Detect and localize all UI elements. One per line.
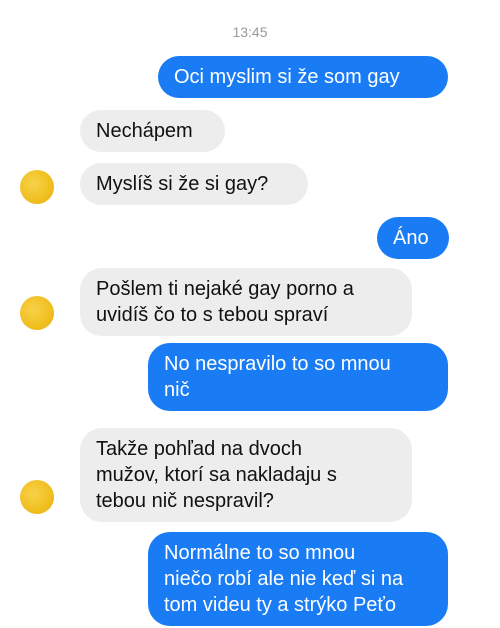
contact-avatar[interactable] <box>20 170 54 204</box>
message-text: Nechápem <box>96 120 193 142</box>
message-text-line: No nespravilo to so mnou <box>164 353 391 375</box>
message-text-line: Takže pohľad na dvoch <box>96 438 302 460</box>
message-text-line: niečo robí ale nie keď si na <box>164 568 404 590</box>
message-text: Áno <box>393 227 429 249</box>
chat-screen: 13:45 Oci myslim si že som gay Nechápem … <box>0 0 500 628</box>
message-text-line: Pošlem ti nejaké gay porno a <box>96 278 354 300</box>
outgoing-message[interactable]: Oci myslim si že som gay <box>158 56 448 98</box>
incoming-message[interactable]: Pošlem ti nejaké gay porno a uvidíš čo t… <box>80 268 412 336</box>
message-text-line: Normálne to so mnou <box>164 542 356 564</box>
outgoing-message[interactable]: Áno <box>377 217 449 259</box>
message-text-line: tom videu ty a strýko Peťo <box>164 594 397 616</box>
message-text-line: uvidíš čo to s tebou spraví <box>96 304 329 326</box>
contact-avatar[interactable] <box>20 480 54 514</box>
message-text-line: tebou nič nespravil? <box>96 490 274 512</box>
outgoing-message[interactable]: Normálne to so mnou niečo robí ale nie k… <box>148 532 448 626</box>
message-text-line: mužov, ktorí sa nakladaju s <box>96 464 337 486</box>
incoming-message[interactable]: Myslíš si že si gay? <box>80 163 308 205</box>
message-text-line: nič <box>164 379 190 401</box>
incoming-message[interactable]: Nechápem <box>80 110 225 152</box>
message-timestamp: 13:45 <box>232 24 268 40</box>
incoming-message[interactable]: Takže pohľad na dvoch mužov, ktorí sa na… <box>80 428 412 522</box>
message-text: Myslíš si že si gay? <box>96 173 269 195</box>
message-text: Oci myslim si že som gay <box>174 66 400 88</box>
contact-avatar[interactable] <box>20 296 54 330</box>
outgoing-message[interactable]: No nespravilo to so mnou nič <box>148 343 448 411</box>
